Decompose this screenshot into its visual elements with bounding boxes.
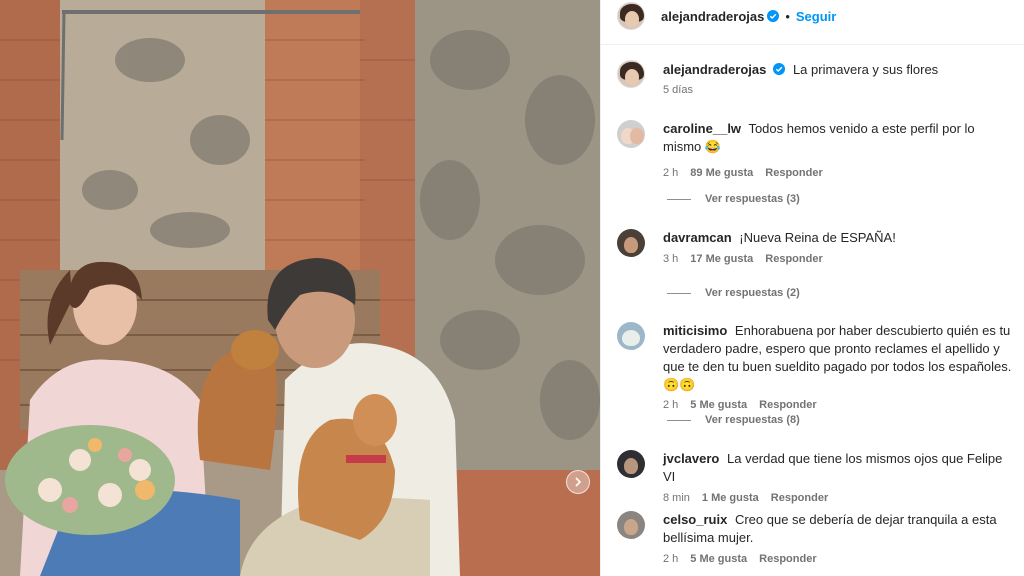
comment-username[interactable]: caroline__lw xyxy=(663,121,741,136)
comment-time[interactable]: 3 h xyxy=(663,253,678,265)
commenter-avatar[interactable] xyxy=(617,511,645,539)
view-replies-button[interactable]: Ver respuestas (3) xyxy=(667,193,800,205)
comment-time[interactable]: 2 h xyxy=(663,553,678,565)
separator-dot: • xyxy=(785,8,790,24)
author-avatar[interactable] xyxy=(617,2,645,30)
author-username[interactable]: alejandraderojas xyxy=(661,9,764,24)
comment-item: celso_ruix Creo que se debería de dejar … xyxy=(617,511,1013,565)
comment-emoji: 😂 xyxy=(704,139,722,154)
commenter-avatar[interactable] xyxy=(617,120,645,148)
comment-time[interactable]: 2 h xyxy=(663,399,678,411)
reply-button[interactable]: Responder xyxy=(765,253,822,265)
author-avatar[interactable] xyxy=(617,60,645,88)
comment-username[interactable]: celso_ruix xyxy=(663,512,727,527)
comment-text: ¡Nueva Reina de ESPAÑA! xyxy=(739,230,896,245)
verified-badge-icon xyxy=(773,63,786,75)
reply-button[interactable]: Responder xyxy=(759,553,816,565)
comment-time[interactable]: 8 min xyxy=(663,492,690,504)
comment-emoji: 🙃🙃 xyxy=(663,377,696,392)
replies-line xyxy=(667,198,691,200)
replies-line xyxy=(667,292,691,294)
comment-username[interactable]: davramcan xyxy=(663,230,732,245)
replies-line xyxy=(667,419,691,421)
post-caption: alejandraderojas La primavera y sus flor… xyxy=(617,60,1013,96)
comment-username[interactable]: jvclavero xyxy=(663,451,719,466)
post-side-panel: alejandraderojas • Seguir alejandraderoj… xyxy=(600,0,1024,576)
comment-likes[interactable]: 89 Me gusta xyxy=(690,167,753,179)
comment-username[interactable]: miticisimo xyxy=(663,323,727,338)
reply-button[interactable]: Responder xyxy=(765,167,822,179)
reply-button[interactable]: Responder xyxy=(759,399,816,411)
caption-username[interactable]: alejandraderojas xyxy=(663,62,766,77)
view-replies-button[interactable]: Ver respuestas (8) xyxy=(667,414,800,426)
comment-item: jvclavero La verdad que tiene los mismos… xyxy=(617,450,1013,504)
header-divider xyxy=(601,44,1024,45)
view-replies-button[interactable]: Ver respuestas (2) xyxy=(667,287,800,299)
post-photo[interactable] xyxy=(0,0,600,576)
comment-time[interactable]: 2 h xyxy=(663,167,678,179)
comment-likes[interactable]: 17 Me gusta xyxy=(690,253,753,265)
view-replies-label: Ver respuestas (2) xyxy=(705,287,800,299)
comment-likes[interactable]: 5 Me gusta xyxy=(690,553,747,565)
commenter-avatar[interactable] xyxy=(617,450,645,478)
chevron-right-icon xyxy=(575,477,582,487)
comment-item: davramcan ¡Nueva Reina de ESPAÑA! 3 h 17… xyxy=(617,229,1013,265)
reply-button[interactable]: Responder xyxy=(771,492,828,504)
view-replies-label: Ver respuestas (3) xyxy=(705,193,800,205)
post-header: alejandraderojas • Seguir xyxy=(601,0,1024,32)
commenter-avatar[interactable] xyxy=(617,322,645,350)
view-replies-label: Ver respuestas (8) xyxy=(705,414,800,426)
follow-button[interactable]: Seguir xyxy=(796,9,836,24)
verified-badge-icon xyxy=(767,10,780,22)
comment-likes[interactable]: 1 Me gusta xyxy=(702,492,759,504)
comment-item: miticisimo Enhorabuena por haber descubi… xyxy=(617,322,1013,411)
commenter-avatar[interactable] xyxy=(617,229,645,257)
post-image xyxy=(0,0,600,576)
caption-text: La primavera y sus flores xyxy=(792,62,939,77)
comment-likes[interactable]: 5 Me gusta xyxy=(690,399,747,411)
comment-item: caroline__lw Todos hemos venido a este p… xyxy=(617,120,1013,179)
caption-time[interactable]: 5 días xyxy=(663,84,693,96)
carousel-next-button[interactable] xyxy=(566,470,590,494)
